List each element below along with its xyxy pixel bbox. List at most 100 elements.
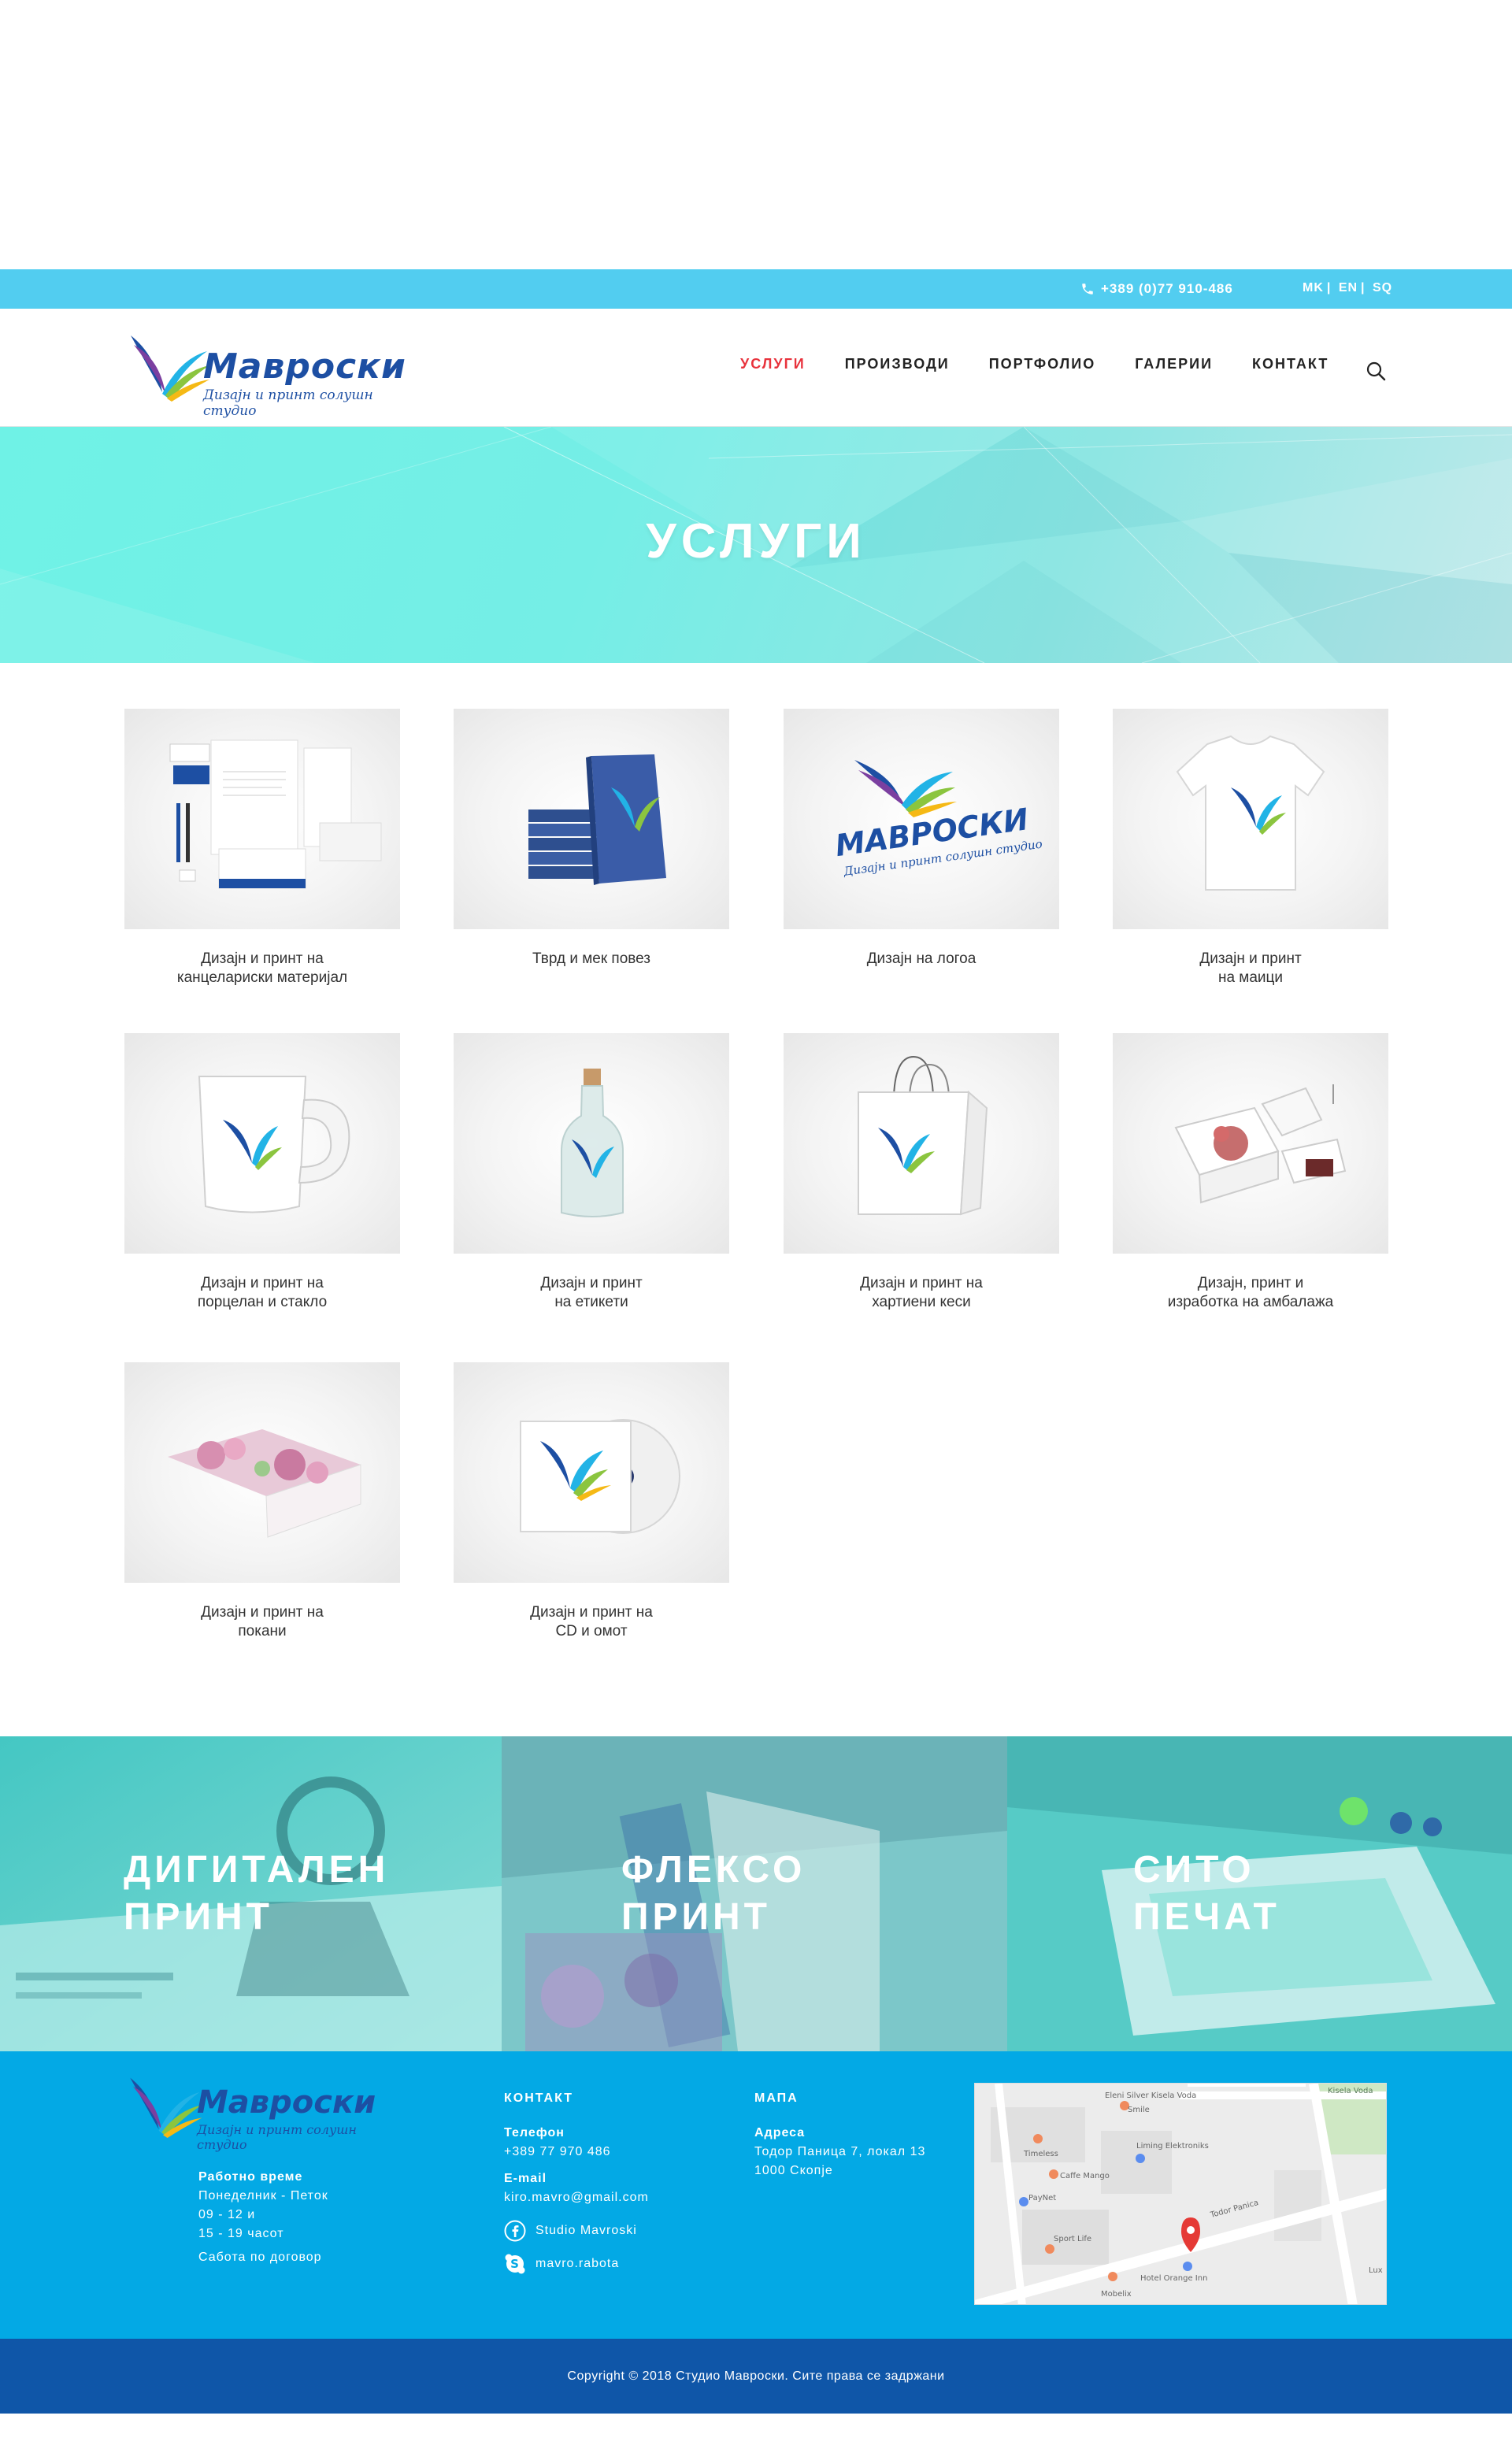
- lang-mk[interactable]: MK: [1303, 281, 1324, 295]
- contact-heading: КОНТАКТ: [504, 2091, 574, 2105]
- cd-icon: [520, 1419, 680, 1534]
- service-card-labels[interactable]: Дизајн и принт на етикети: [454, 1033, 729, 1312]
- wing-logo-icon: [130, 2077, 202, 2138]
- map-label: Mobelix: [1101, 2290, 1132, 2299]
- logo-tagline: Дизајн и принт солушн студио: [203, 387, 373, 419]
- service-image: [454, 709, 729, 929]
- service-caption: Дизајн и принт на етикети: [540, 1275, 643, 1310]
- search-icon[interactable]: [1366, 361, 1386, 381]
- service-image: [784, 1033, 1059, 1254]
- footer-hours: Работно време Понеделник - Петок 09 - 12…: [198, 2168, 328, 2267]
- tile-flexo-print[interactable]: ФЛЕКСО ПРИНТ: [502, 1736, 1007, 2051]
- service-caption: Дизајн и принт на хартиени кеси: [860, 1275, 983, 1310]
- mug-icon: [198, 1076, 350, 1213]
- site-logo[interactable]: Мавроски Дизајн и принт солушн студио: [124, 328, 408, 419]
- service-card-packaging[interactable]: Дизајн, принт и изработка на амбалажа: [1113, 1033, 1388, 1312]
- nav-item-galleries[interactable]: ГАЛЕРИИ: [1135, 356, 1213, 372]
- email-value[interactable]: kiro.mavro@gmail.com: [504, 2188, 649, 2207]
- service-image: [124, 1362, 400, 1583]
- service-card-logos[interactable]: МАВРОСКИ Дизајн и принт солушн студио Ди…: [784, 709, 1059, 969]
- copyright-bar: Copyright © 2018 Студио Мавроски. Сите п…: [0, 2339, 1512, 2414]
- tile-title: ФЛЕКСО ПРИНТ: [621, 1849, 806, 1938]
- map-label: Timeless: [1023, 2150, 1058, 2158]
- service-card-porcelain[interactable]: Дизајн и принт на порцелан и стакло: [124, 1033, 400, 1312]
- hours-line: Понеделник - Петок: [198, 2189, 328, 2203]
- svg-text:S: S: [510, 2257, 520, 2271]
- service-image: [1113, 709, 1388, 929]
- map-heading: МАПА: [754, 2091, 799, 2105]
- service-card-tshirts[interactable]: Дизајн и принт на маици: [1113, 709, 1388, 987]
- service-image: [454, 1362, 729, 1583]
- phone-icon: [1082, 283, 1093, 295]
- nav-item-services[interactable]: УСЛУГИ: [740, 356, 806, 372]
- site-footer: Мавроски Дизајн и принт солушн студио Ра…: [0, 2051, 1512, 2339]
- service-image: [124, 709, 400, 929]
- phone-number: +389 (0)77 910-486: [1101, 281, 1233, 296]
- copyright-text: Copyright © 2018 Студио Мавроски. Сите п…: [567, 2369, 945, 2383]
- map-label: PayNet: [1028, 2194, 1056, 2203]
- hours-heading: Работно време: [198, 2170, 303, 2184]
- service-caption: Дизајн и принт на канцелариски материјал: [176, 950, 348, 986]
- skype-link[interactable]: S mavro.rabota: [504, 2253, 649, 2275]
- facebook-link[interactable]: Studio Mavroski: [504, 2220, 649, 2242]
- map-label: Smile: [1128, 2106, 1150, 2114]
- tile-title: СИТО ПЕЧАТ: [1133, 1849, 1280, 1938]
- service-caption: Дизајн и принт на CD и омот: [530, 1604, 653, 1639]
- logo-wordmark: Мавроски: [203, 346, 406, 387]
- footer-contact: КОНТАКТ Телефон +389 77 970 486 E-mail k…: [504, 2089, 649, 2275]
- skype-label: mavro.rabota: [536, 2257, 620, 2270]
- phone-value[interactable]: +389 77 970 486: [504, 2143, 649, 2162]
- print-services-strip: ДИГИТАЛЕН ПРИНТ ФЛЕКСО ПРИНТ СИТО ПЕЧАТ: [0, 1736, 1512, 2051]
- tile-screen-print[interactable]: СИТО ПЕЧАТ: [1007, 1736, 1512, 2051]
- site-header: Мавроски Дизајн и принт солушн студио УС…: [0, 309, 1512, 427]
- top-bar: +389 (0)77 910-486 MK | EN | SQ: [0, 269, 1512, 309]
- footer-logo-tagline: Дизајн и принт солушн студио: [197, 2122, 357, 2152]
- location-map[interactable]: Kisela Voda Eleni Silver Kisela Voda Smi…: [974, 2083, 1387, 2305]
- service-image: [454, 1033, 729, 1254]
- invitation-icon: [168, 1429, 361, 1538]
- map-label: Lux: [1369, 2266, 1383, 2275]
- service-card-invitations[interactable]: Дизајн и принт на покани: [124, 1362, 400, 1641]
- service-image: МАВРОСКИ Дизајн и принт солушн студио: [784, 709, 1059, 929]
- service-caption: Дизајн и принт на порцелан и стакло: [197, 1275, 328, 1310]
- map-label: Eleni Silver Kisela Voda: [1105, 2091, 1196, 2100]
- service-card-cd[interactable]: Дизајн и принт на CD и омот: [454, 1362, 729, 1641]
- service-card-binding[interactable]: Тврд и мек повез: [454, 709, 729, 969]
- address-line: Тодор Паница 7, локал 13: [754, 2145, 926, 2158]
- nav-item-contact[interactable]: КОНТАКТ: [1252, 356, 1329, 372]
- tile-title: ДИГИТАЛЕН ПРИНТ: [124, 1849, 390, 1938]
- footer-logo[interactable]: Мавроски Дизајн и принт солушн студио: [124, 2067, 392, 2152]
- email-label: E-mail: [504, 2172, 547, 2185]
- phone-label: Телефон: [504, 2126, 565, 2140]
- service-card-paper-bags[interactable]: Дизајн и принт на хартиени кеси: [784, 1033, 1059, 1312]
- service-image: [1113, 1033, 1388, 1254]
- facebook-icon: [504, 2220, 526, 2242]
- wing-logo-icon: [131, 335, 209, 402]
- service-card-stationery[interactable]: Дизајн и принт на канцелариски материјал: [124, 709, 400, 987]
- nav-item-portfolio[interactable]: ПОРТФОЛИО: [989, 356, 1096, 372]
- hours-line: Сабота по договор: [198, 2251, 322, 2264]
- footer-logo-wordmark: Мавроски: [197, 2084, 376, 2121]
- stationery-icon: [169, 739, 382, 889]
- map-graphic: Kisela Voda Eleni Silver Kisela Voda Smi…: [975, 2084, 1386, 2304]
- map-label: Sport Life: [1054, 2235, 1091, 2243]
- bottle-icon: [561, 1069, 624, 1217]
- packaging-icon: [1174, 1084, 1347, 1204]
- lang-sq[interactable]: SQ: [1373, 281, 1392, 295]
- service-caption: Тврд и мек повез: [532, 950, 651, 967]
- address-label: Адреса: [754, 2126, 806, 2140]
- address-line: 1000 Скопје: [754, 2164, 833, 2177]
- tshirt-icon: [1176, 735, 1325, 891]
- phone-link[interactable]: +389 (0)77 910-486: [1080, 281, 1233, 297]
- tile-digital-print[interactable]: ДИГИТАЛЕН ПРИНТ: [0, 1736, 502, 2051]
- logo-icon: МАВРОСКИ Дизајн и принт солушн студио: [833, 760, 1043, 879]
- nav-item-products[interactable]: ПРОИЗВОДИ: [845, 356, 950, 372]
- service-image: [124, 1033, 400, 1254]
- lang-en[interactable]: EN: [1339, 281, 1358, 295]
- hours-line: 15 - 19 часот: [198, 2227, 284, 2240]
- hours-line: 09 - 12 и: [198, 2208, 256, 2221]
- map-label: Liming Elektroniks: [1136, 2142, 1209, 2151]
- service-caption: Дизајн и принт на покани: [201, 1604, 324, 1639]
- page-hero: УСЛУГИ: [0, 427, 1512, 663]
- map-label: Hotel Orange Inn: [1140, 2274, 1207, 2283]
